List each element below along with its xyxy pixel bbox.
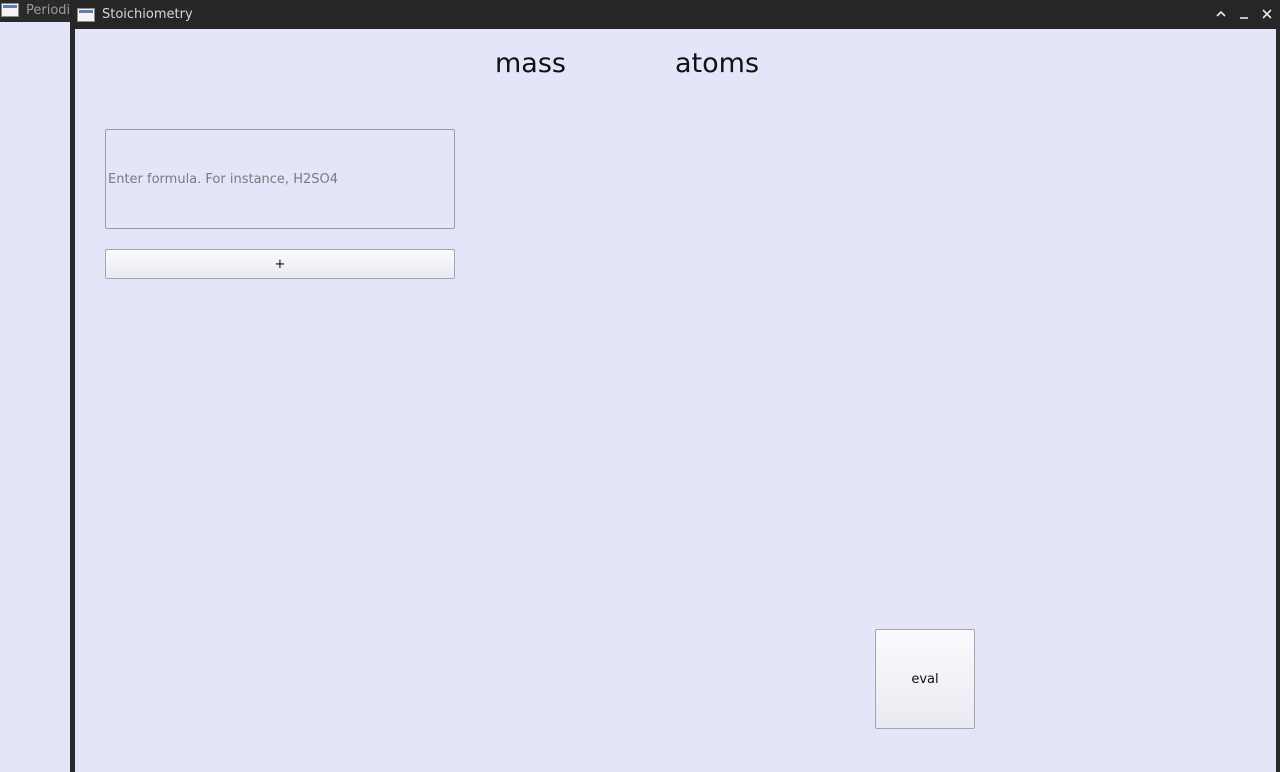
atoms-heading: atoms xyxy=(675,48,760,79)
window-app-icon xyxy=(77,8,95,22)
background-window-titlebar[interactable]: Periodi xyxy=(0,0,74,22)
mass-heading: mass xyxy=(495,48,566,79)
main-window: Stoichiometry mass atoms + eval xyxy=(70,0,1280,772)
background-window-title: Periodi xyxy=(26,3,71,18)
close-icon[interactable] xyxy=(1260,7,1274,21)
chevron-up-icon[interactable] xyxy=(1214,7,1228,21)
desktop: Periodi Stoichiometry mass atoms Enter f… xyxy=(0,0,1280,772)
minimize-icon[interactable] xyxy=(1237,7,1251,21)
window-title: Stoichiometry xyxy=(102,7,193,22)
window-app-icon xyxy=(1,3,19,17)
formula-input[interactable] xyxy=(105,129,455,229)
window-content: mass atoms + eval xyxy=(75,29,1276,772)
add-formula-button[interactable]: + xyxy=(105,249,455,279)
window-titlebar[interactable]: Stoichiometry xyxy=(70,0,1280,29)
eval-button[interactable]: eval xyxy=(875,629,975,729)
background-window[interactable]: Periodi xyxy=(0,0,74,772)
window-controls xyxy=(1214,7,1274,21)
